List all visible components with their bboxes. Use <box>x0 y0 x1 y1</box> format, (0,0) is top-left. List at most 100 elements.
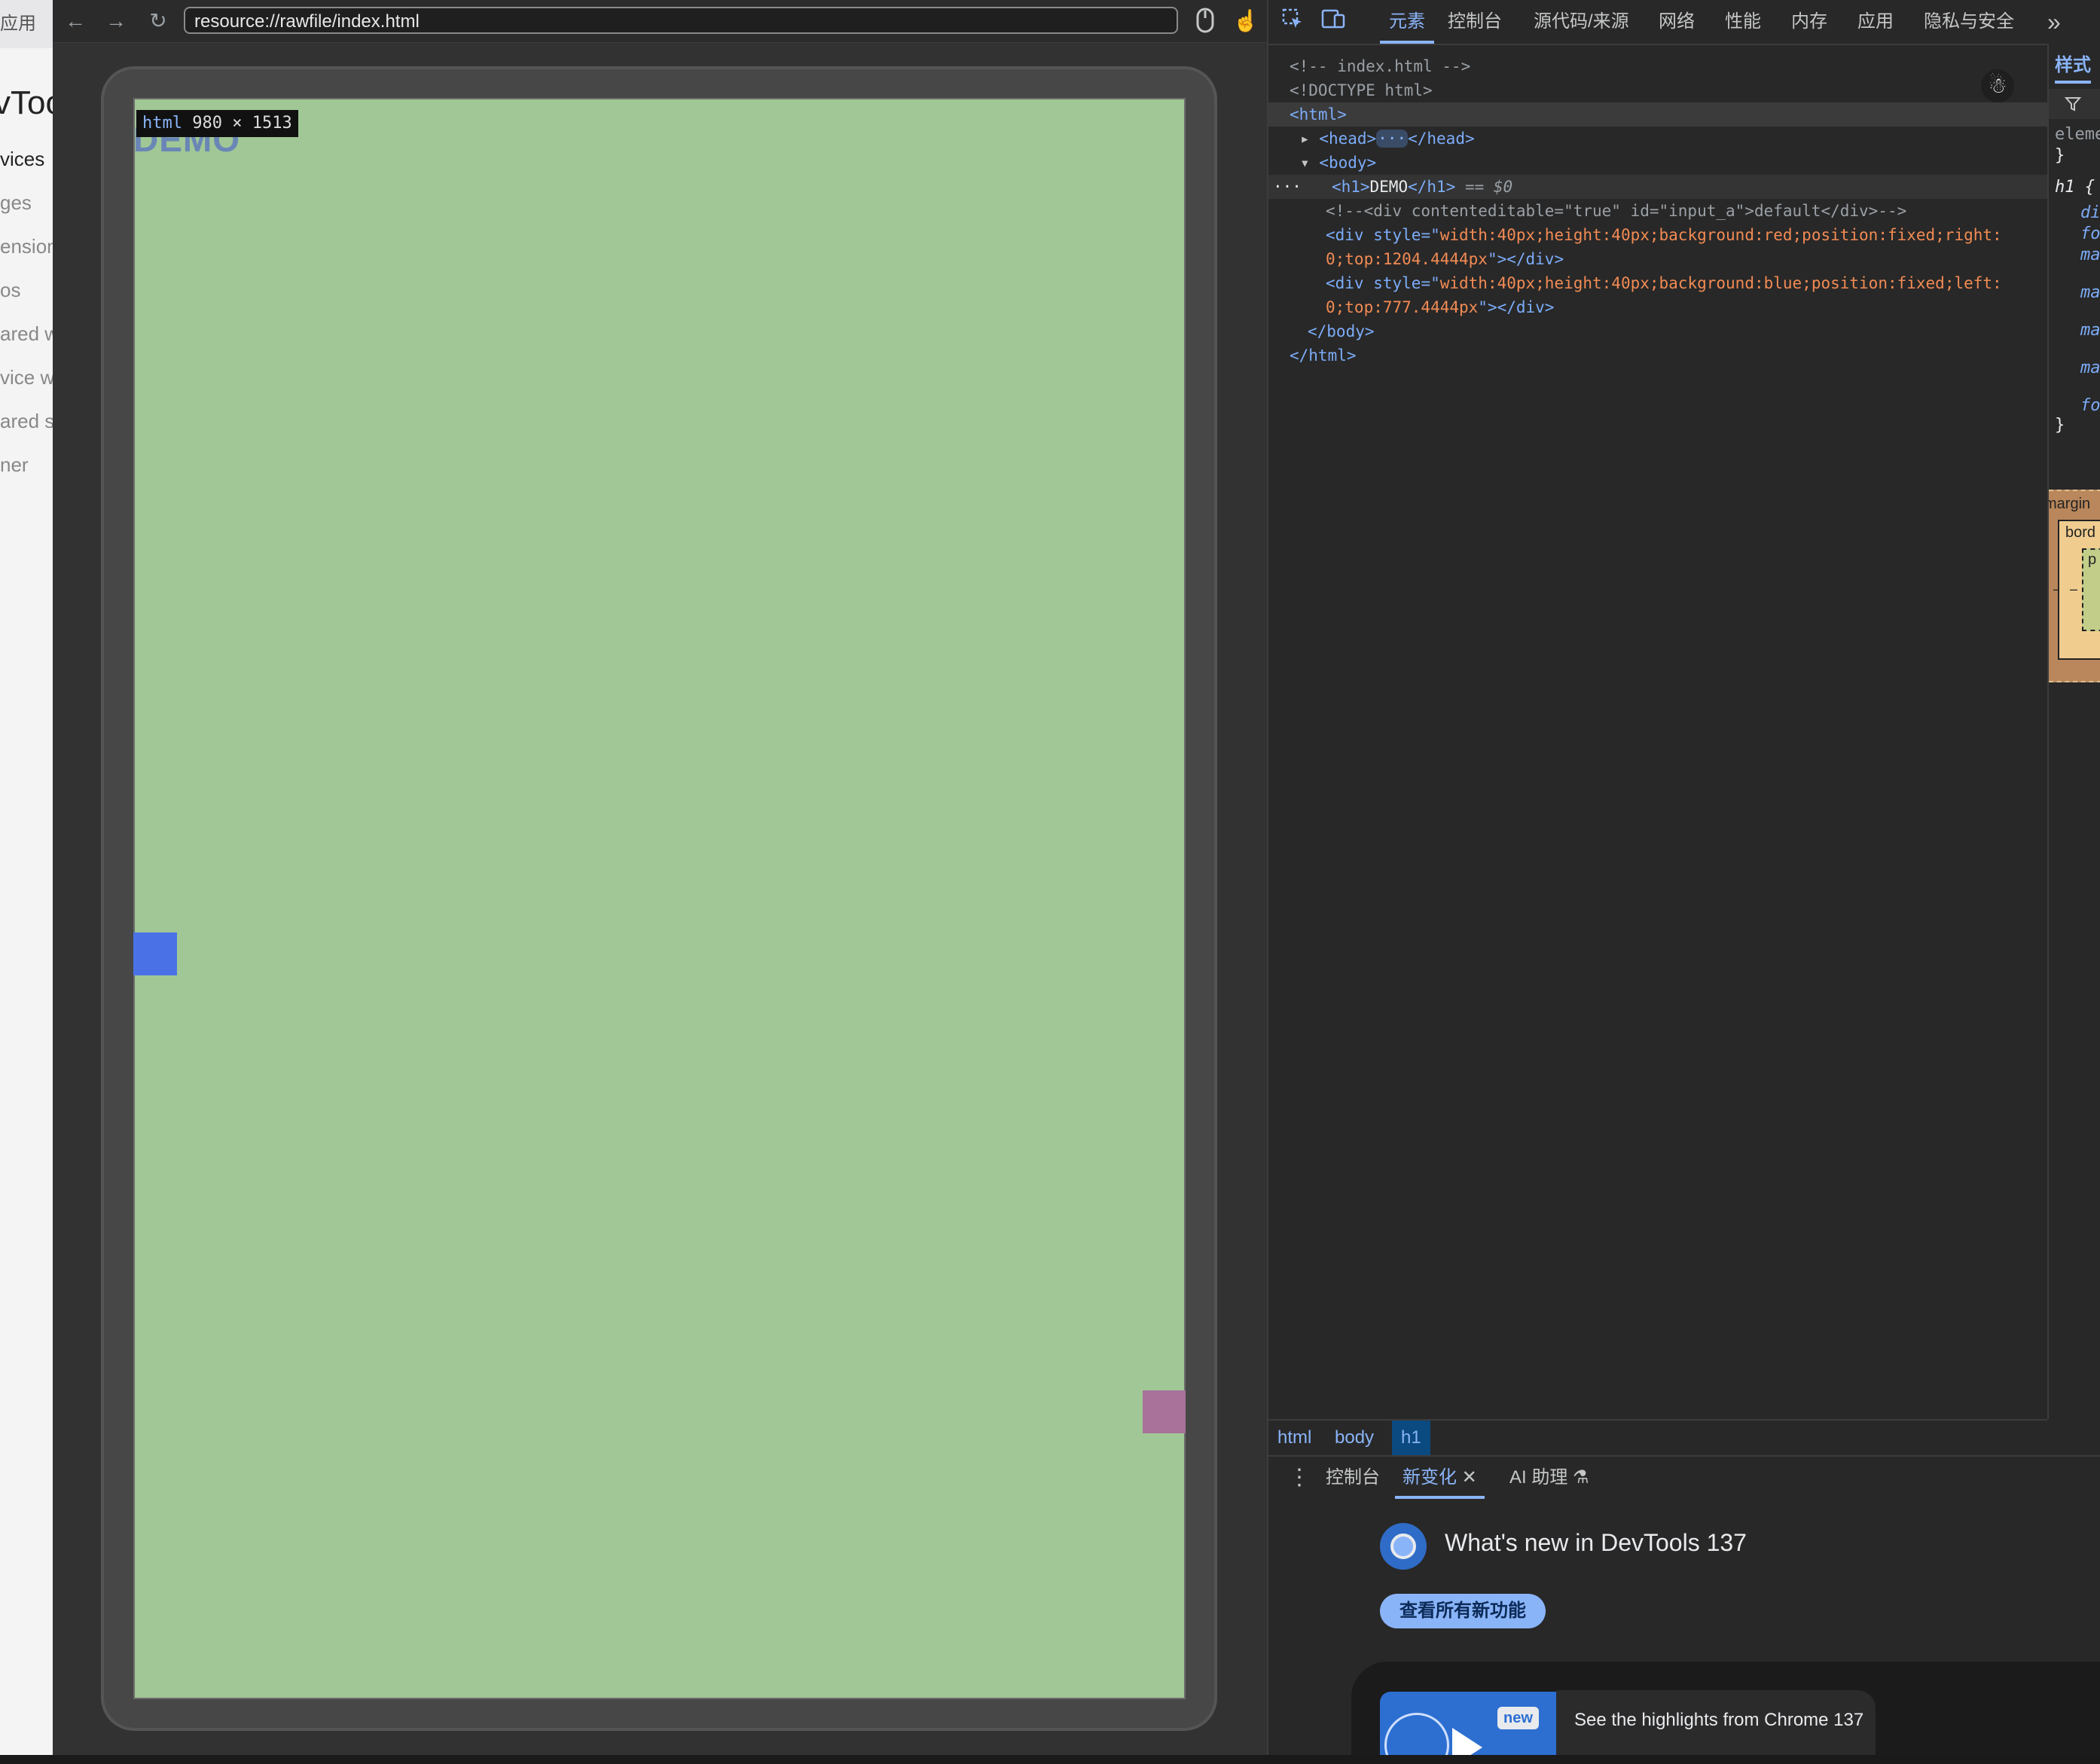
dom-div-end: "></div> <box>1487 250 1564 268</box>
dom-line-body[interactable]: ▾ <body> <box>1268 151 2079 175</box>
style-prop: ma <box>2080 283 2100 302</box>
left-panel-title: vToo <box>0 84 53 121</box>
left-nav-item[interactable]: ges <box>0 191 32 215</box>
red-fixed-box <box>1143 1390 1186 1433</box>
box-model-margin: margin – bord p – <box>2049 490 2100 682</box>
dom-line-doctype[interactable]: <!DOCTYPE html> <box>1268 78 2068 102</box>
drawer-menu-icon[interactable]: ⋮ <box>1288 1457 1311 1499</box>
inspect-element-icon[interactable] <box>1279 8 1306 35</box>
dom-line-html[interactable]: <html> <box>1268 102 2068 127</box>
left-nav-item[interactable]: vices <box>0 148 44 171</box>
left-side-panel: 应用 vToo vices ges ension os ared w vice … <box>0 0 53 1755</box>
dom-line-blue-div[interactable]: <div style="width:40px;height:40px;backg… <box>1268 271 2100 295</box>
dom-h1-open: <h1> <box>1331 178 1370 196</box>
element-style-label: eleme <box>2055 125 2100 144</box>
dom-div-tag: <div <box>1326 226 1374 244</box>
blue-fixed-box <box>133 932 177 975</box>
dom-attr-value: 0;top:1204.4444px <box>1326 250 1488 268</box>
see-all-features-button[interactable]: 查看所有新功能 <box>1380 1594 1546 1628</box>
whats-new-title: What's new in DevTools 137 <box>1445 1529 1747 1556</box>
dom-attr-value: 0;top:777.4444px <box>1326 298 1479 316</box>
device-toolbar-icon[interactable] <box>1320 8 1347 35</box>
dom-attr-value: width:40px;height:40px;background:blue;p… <box>1439 274 2002 292</box>
collapse-triangle-icon[interactable]: ▾ <box>1300 154 1310 172</box>
tab-sources[interactable]: 源代码/来源 <box>1534 0 1629 44</box>
flask-icon: ⚗ <box>1573 1467 1589 1488</box>
dom-html-close: </html> <box>1290 346 1357 365</box>
left-nav-item[interactable]: os <box>0 279 20 302</box>
dom-attr-value: width:40px;height:40px;background:red;po… <box>1439 226 2002 244</box>
tab-console[interactable]: 控制台 <box>1448 0 1502 44</box>
dom-line-head[interactable]: ▸ <head>···</head> <box>1268 127 2079 151</box>
dom-attr-eq: =" <box>1421 274 1440 292</box>
dom-head-close: </head> <box>1408 130 1475 148</box>
expand-triangle-icon[interactable]: ▸ <box>1300 130 1310 148</box>
touch-hand-icon[interactable]: ☝ <box>1232 8 1259 35</box>
left-nav-item[interactable]: vice w <box>0 366 53 389</box>
breadcrumb-body[interactable]: body <box>1326 1421 1383 1455</box>
drawer-tab-ai-assistant[interactable]: AI 助理 ⚗ <box>1509 1457 1589 1499</box>
left-nav-item[interactable]: ared s <box>0 410 53 433</box>
dom-line-h1-selected[interactable]: ··· <h1>DEMO</h1> == $0 <box>1268 175 2052 199</box>
accessibility-tree-icon[interactable]: ☃ <box>1981 69 2014 102</box>
rule-selector: h1 { <box>2055 178 2095 197</box>
reload-icon[interactable]: ↻ <box>145 8 172 35</box>
mouse-icon[interactable] <box>1192 8 1219 35</box>
left-nav-item[interactable]: ared w <box>0 322 53 346</box>
dom-line-red-div[interactable]: <div style="width:40px;height:40px;backg… <box>1268 223 2100 247</box>
more-tabs-icon[interactable]: » <box>2047 0 2061 44</box>
tooltip-tag: html <box>142 114 182 133</box>
dom-doctype-text: <!DOCTYPE html> <box>1290 81 1433 99</box>
dom-ellipsis-badge[interactable]: ··· <box>1376 130 1409 148</box>
dom-line-comment-div[interactable]: <!--<div contenteditable="true" id="inpu… <box>1268 199 2100 223</box>
drawer-tab-ai-label: AI 助理 <box>1509 1467 1568 1488</box>
tab-privacy-security[interactable]: 隐私与安全 <box>1924 0 2014 44</box>
breadcrumb-h1[interactable]: h1 <box>1392 1421 1430 1455</box>
new-badge: new <box>1497 1707 1539 1729</box>
style-prop: ma <box>2080 359 2100 377</box>
filter-icon[interactable] <box>2064 95 2082 113</box>
drawer-tab-whats-new[interactable]: 新变化 ✕ <box>1395 1457 1485 1499</box>
dom-line-red-div-cont[interactable]: 0;top:1204.4444px"></div> <box>1268 247 2100 271</box>
video-thumbnail[interactable]: new <box>1380 1692 1556 1764</box>
dom-body-close: </body> <box>1308 322 1375 340</box>
left-nav-item[interactable]: ner <box>0 453 29 477</box>
box-model-padding: p <box>2082 548 2100 631</box>
dom-line-comment[interactable]: <!-- index.html --> <box>1268 54 2068 78</box>
dom-h1-close: </h1> <box>1408 178 1456 196</box>
dom-comment-text: <!-- index.html --> <box>1290 57 1471 75</box>
tab-network[interactable]: 网络 <box>1659 0 1695 44</box>
close-icon[interactable]: ✕ <box>1462 1467 1477 1488</box>
style-prop: di <box>2080 203 2100 222</box>
drawer-tab-whats-new-label: 新变化 <box>1403 1467 1457 1488</box>
breadcrumb-html[interactable]: html <box>1268 1421 1320 1455</box>
back-arrow-icon[interactable]: ← <box>62 8 89 35</box>
dom-line-body-close[interactable]: </body> <box>1268 319 2086 343</box>
url-input[interactable]: resource://rawfile/index.html <box>184 7 1178 34</box>
drawer-tab-console[interactable]: 控制台 <box>1326 1457 1380 1499</box>
styles-filter-bar[interactable] <box>2049 89 2100 119</box>
breadcrumb: html body h1 <box>1268 1419 2047 1455</box>
dom-line-html-close[interactable]: </html> <box>1268 343 2068 368</box>
dom-div-tag: <div <box>1326 274 1374 292</box>
box-model-margin-label: margin <box>2047 496 2091 512</box>
tab-application[interactable]: 应用 <box>1857 0 1894 44</box>
dom-attr-eq: =" <box>1421 226 1440 244</box>
forward-arrow-icon[interactable]: → <box>102 8 130 35</box>
dom-h1-text: DEMO <box>1369 178 1409 196</box>
page-canvas[interactable] <box>133 98 1186 1699</box>
bottom-edge <box>0 1755 2100 1764</box>
style-prop: ma <box>2080 321 2100 340</box>
dom-tree: <!-- index.html --> <!DOCTYPE html> <htm… <box>1268 44 2068 1419</box>
tab-elements[interactable]: 元素 <box>1380 0 1434 44</box>
dom-line-blue-div-cont[interactable]: 0;top:777.4444px"></div> <box>1268 295 2100 319</box>
style-prop: ma <box>2080 246 2100 264</box>
video-caption[interactable]: See the highlights from Chrome 137 <box>1574 1710 1863 1731</box>
left-nav-item[interactable]: ension <box>0 235 53 258</box>
dom-div-end: "></div> <box>1478 298 1555 316</box>
tab-performance[interactable]: 性能 <box>1725 0 1761 44</box>
dom-attr-name: style <box>1373 274 1421 292</box>
dom-more-dots[interactable]: ··· <box>1273 178 1302 196</box>
tab-memory[interactable]: 内存 <box>1791 0 1827 44</box>
tab-styles[interactable]: 样式 <box>2055 50 2091 84</box>
